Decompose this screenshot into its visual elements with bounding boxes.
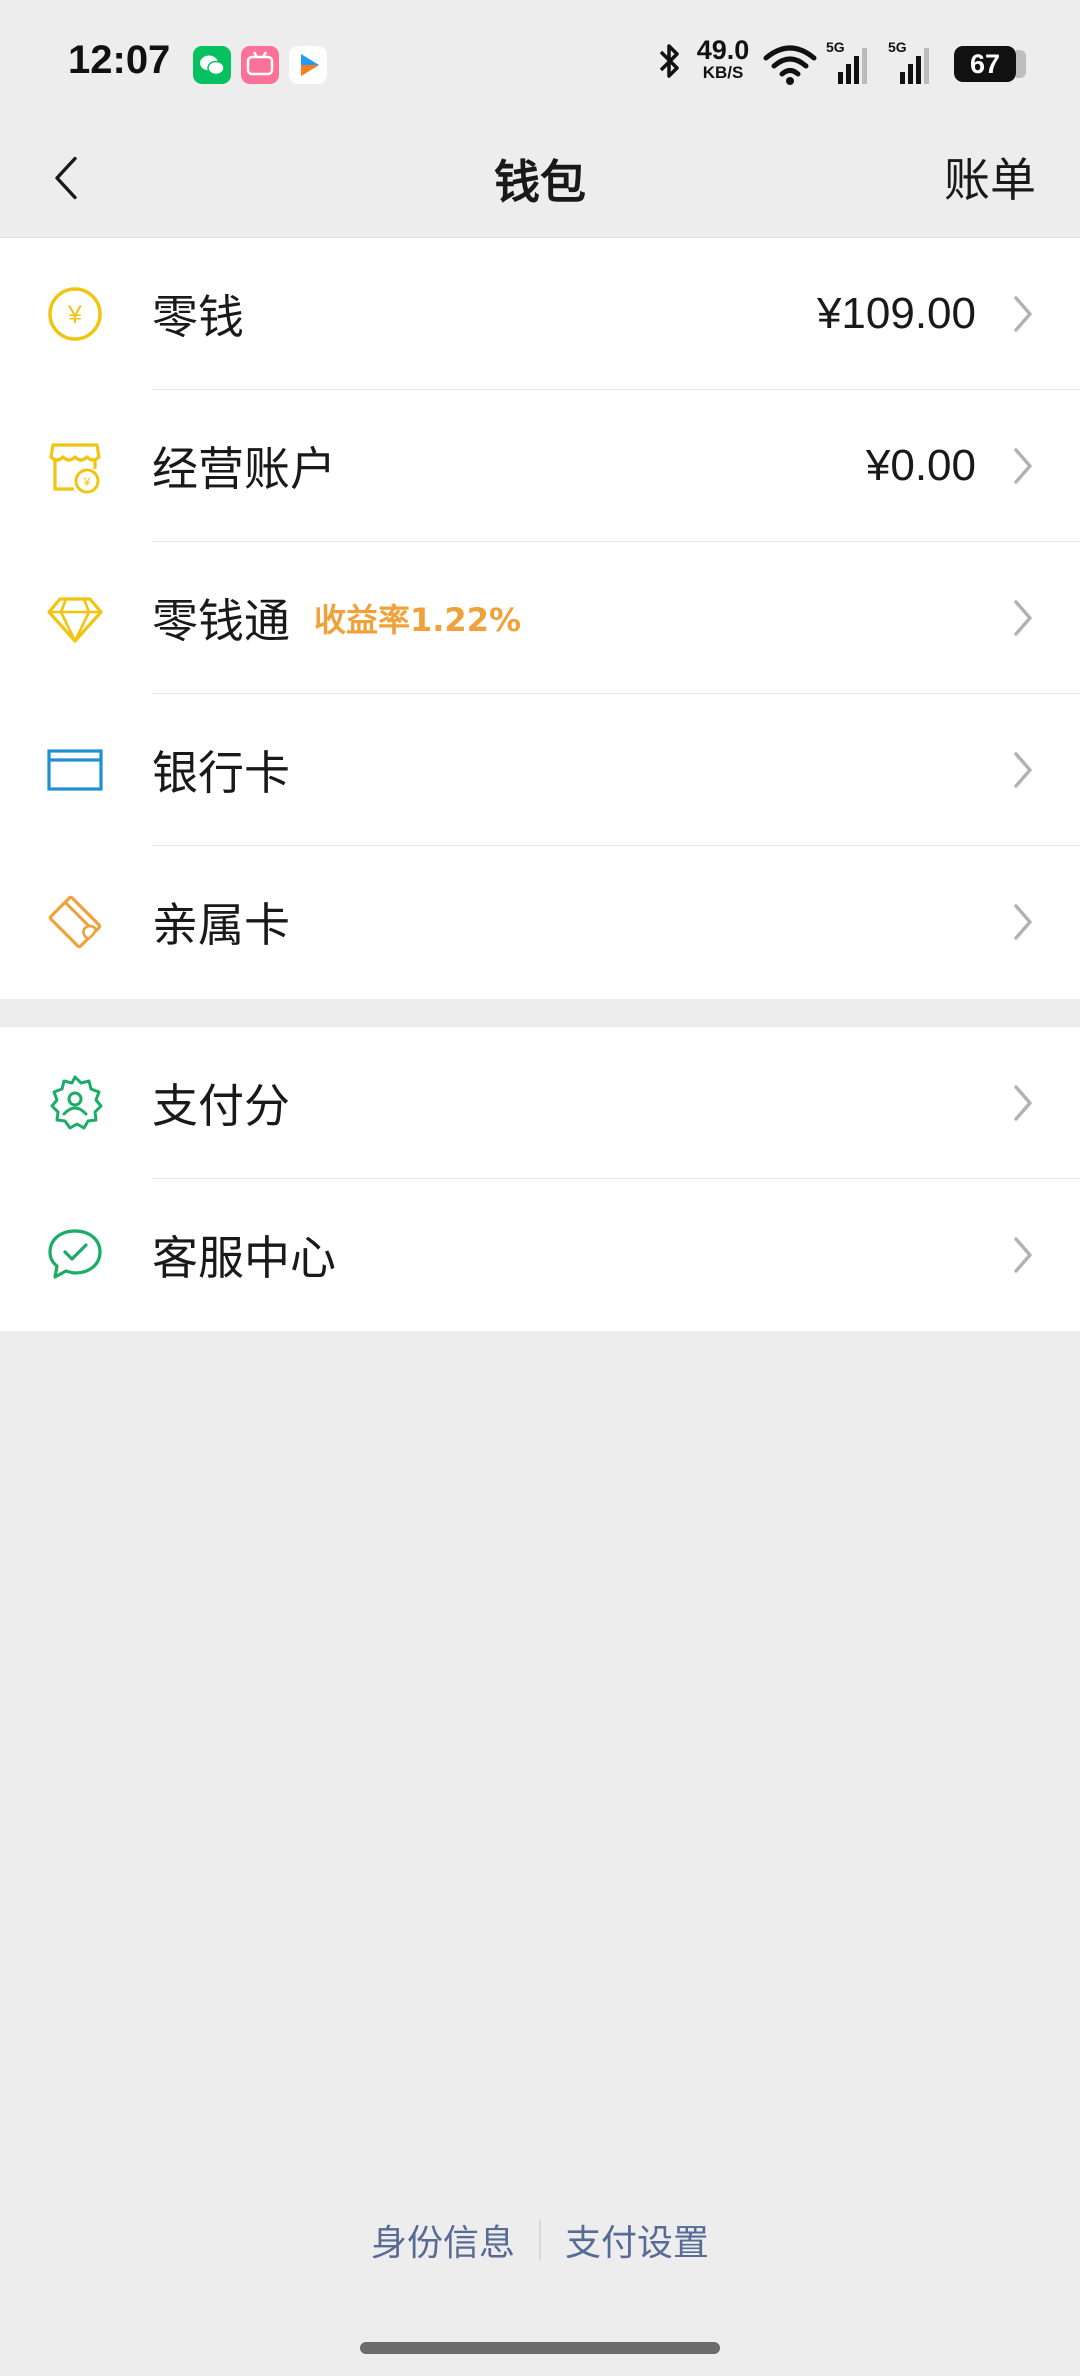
signal-1-label: 5G <box>826 39 845 55</box>
bank-card-label: 银行卡 <box>152 746 290 800</box>
business-account-label: 经营账户 <box>152 442 336 496</box>
customer-service-label: 客服中心 <box>152 1231 336 1285</box>
network-speed-unit: KB/S <box>702 63 744 82</box>
store-icon: ¥ <box>44 435 106 497</box>
list-item-pay-score[interactable]: 支付分 <box>0 1027 1080 1179</box>
balance-label: 零钱 <box>152 290 244 344</box>
network-speed: 49.0 KB/S <box>692 36 754 92</box>
business-account-value: ¥0.00 <box>865 441 976 490</box>
wallet-main-group: ¥ 零钱 ¥109.00 ¥ 经营账户 ¥0.00 零钱通 收益率1.22% 银… <box>0 238 1080 999</box>
cellular-signal-1-icon: 5G <box>826 36 874 92</box>
page-title: 钱包 <box>494 155 586 209</box>
list-item-family-card[interactable]: 亲属卡 <box>0 846 1080 998</box>
bill-button[interactable]: 账单 <box>944 144 1036 210</box>
family-card-label: 亲属卡 <box>152 898 290 952</box>
bluetooth-icon <box>652 36 686 92</box>
svg-text:¥: ¥ <box>83 475 91 489</box>
battery-level: 67 <box>954 46 1016 82</box>
wechat-notification-icon <box>193 46 231 84</box>
payment-settings-link[interactable]: 支付设置 <box>541 2214 733 2266</box>
chevron-right-icon <box>1012 750 1034 790</box>
wallet-service-group: 支付分 客服中心 <box>0 1027 1080 1331</box>
pay-score-label: 支付分 <box>152 1079 290 1133</box>
status-time: 12:07 <box>68 38 171 82</box>
signal-2-label: 5G <box>888 39 907 55</box>
list-item-bank-card[interactable]: 银行卡 <box>0 694 1080 846</box>
chevron-right-icon <box>1012 598 1034 638</box>
licaitong-label: 零钱通 <box>152 594 290 648</box>
list-item-customer-service[interactable]: 客服中心 <box>0 1179 1080 1331</box>
chevron-right-icon <box>1012 294 1034 334</box>
svg-text:¥: ¥ <box>67 301 82 329</box>
battery-icon: 67 <box>954 46 1026 82</box>
wifi-icon <box>762 36 818 92</box>
bank-card-icon <box>44 739 106 801</box>
balance-value: ¥109.00 <box>816 289 976 338</box>
video-app-notification-icon <box>289 46 327 84</box>
family-card-icon <box>44 891 106 953</box>
list-item-business-account[interactable]: ¥ 经营账户 ¥0.00 <box>0 390 1080 542</box>
chevron-right-icon <box>1012 1083 1034 1123</box>
network-speed-value: 49.0 <box>696 35 750 65</box>
chevron-right-icon <box>1012 902 1034 942</box>
cellular-signal-2-icon: 5G <box>888 36 936 92</box>
bilibili-notification-icon <box>241 46 279 84</box>
list-item-balance[interactable]: ¥ 零钱 ¥109.00 <box>0 238 1080 390</box>
service-icon <box>44 1224 106 1286</box>
yield-rate-tag: 收益率1.22% <box>314 601 522 639</box>
battery-cap <box>1016 50 1026 78</box>
diamond-icon <box>44 587 106 649</box>
chevron-right-icon <box>1012 446 1034 486</box>
status-bar: 12:07 49.0 KB/S 5G 5G 67 <box>0 0 1080 118</box>
identity-info-link[interactable]: 身份信息 <box>347 2214 539 2266</box>
home-indicator[interactable] <box>360 2342 720 2354</box>
nav-bar: 钱包 账单 <box>0 118 1080 238</box>
footer-links: 身份信息 支付设置 <box>0 2205 1080 2275</box>
yuan-coin-icon: ¥ <box>44 283 106 345</box>
chevron-right-icon <box>1012 1235 1034 1275</box>
list-item-licaitong[interactable]: 零钱通 收益率1.22% <box>0 542 1080 694</box>
pay-score-icon <box>44 1072 106 1134</box>
